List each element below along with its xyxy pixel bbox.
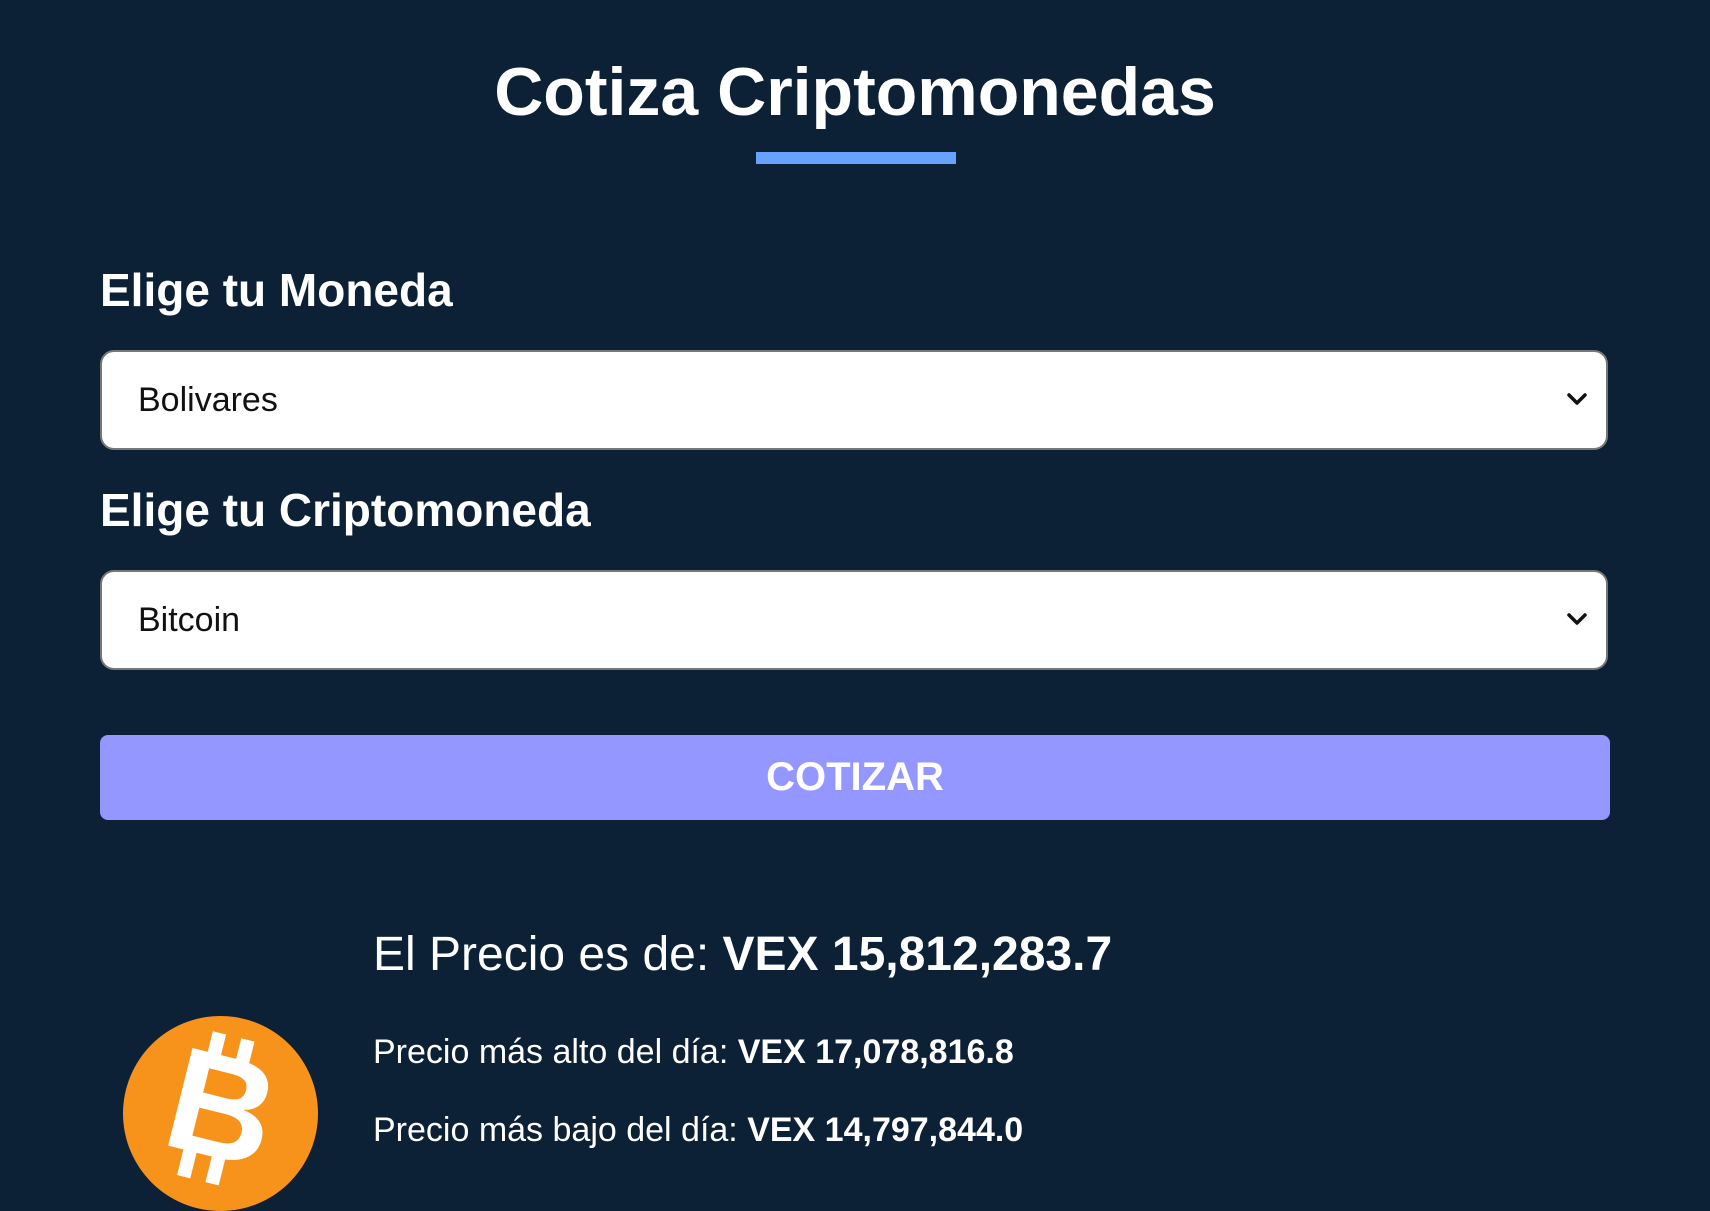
crypto-label: Elige tu Criptomoneda [100,484,591,536]
currency-label: Elige tu Moneda [100,264,453,316]
low-price-line: Precio más bajo del día: VEX 14,797,844.… [373,1109,1023,1151]
price-label: El Precio es de: [373,928,723,981]
low-price-label: Precio más bajo del día: [373,1111,748,1149]
chevron-down-icon [1567,393,1587,405]
title-underline [756,152,956,164]
price-line: El Precio es de: VEX 15,812,283.7 [373,925,1112,985]
low-price-value: VEX 14,797,844.0 [747,1111,1024,1149]
price-value: VEX 15,812,283.7 [722,928,1113,981]
page-title: Cotiza Criptomonedas [494,54,1216,130]
high-price-label: Precio más alto del día: [373,1033,738,1071]
bitcoin-icon: B [123,1016,318,1211]
currency-select[interactable]: Bolivares [100,350,1608,450]
crypto-select-value: Bitcoin [138,601,241,639]
high-price-line: Precio más alto del día: VEX 17,078,816.… [373,1031,1014,1073]
currency-select-value: Bolivares [138,381,278,419]
chevron-down-icon [1567,613,1587,625]
cotizar-button[interactable]: COTIZAR [100,735,1610,820]
high-price-value: VEX 17,078,816.8 [737,1033,1014,1071]
crypto-select[interactable]: Bitcoin [100,570,1608,670]
